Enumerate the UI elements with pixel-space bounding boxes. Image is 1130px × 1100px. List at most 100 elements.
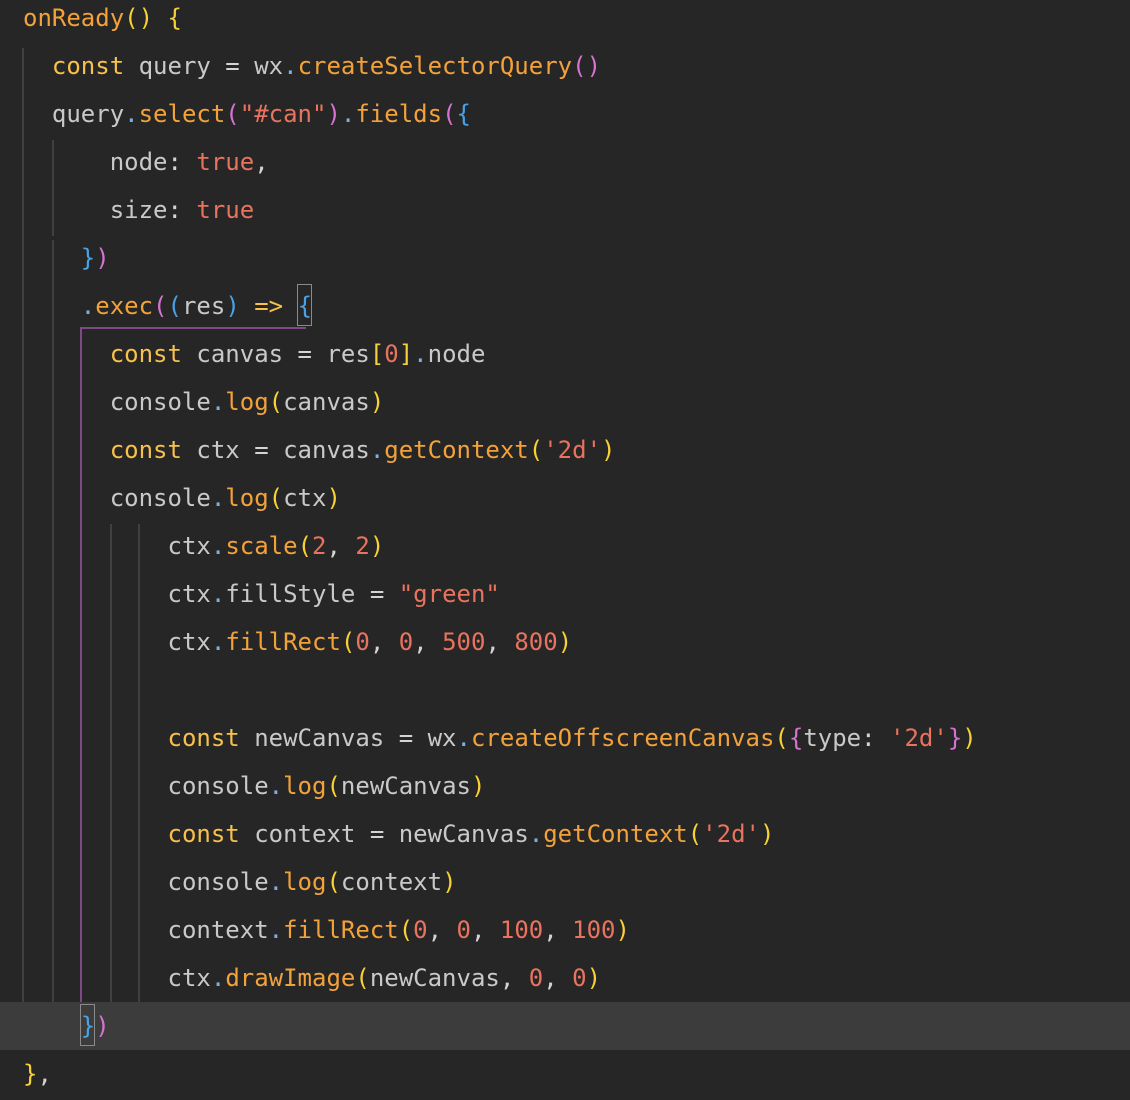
code-text: const newCanvas = wx.createOffscreenCanv…: [168, 714, 977, 762]
code-token: ctx: [167, 964, 211, 992]
code-token: (: [268, 388, 284, 416]
code-token: .: [210, 628, 226, 656]
code-token: const: [167, 820, 240, 848]
code-token: 100: [499, 916, 544, 944]
code-token: '2d': [890, 724, 948, 752]
code-token: ): [586, 964, 602, 992]
code-line[interactable]: .exec((res) => {: [0, 282, 1130, 330]
code-text: node: true,: [110, 138, 269, 186]
code-line[interactable]: },: [0, 1050, 1130, 1098]
code-line[interactable]: const ctx = canvas.getContext('2d'): [0, 426, 1130, 474]
code-text: ctx.scale(2, 2): [168, 522, 385, 570]
code-token: (: [528, 436, 544, 464]
code-line[interactable]: console.log(newCanvas): [0, 762, 1130, 810]
code-token: query: [138, 52, 211, 80]
code-token: exec: [95, 292, 154, 320]
code-token: newCanvas: [254, 724, 385, 752]
code-token: 0: [355, 628, 370, 656]
code-text: const context = newCanvas.getContext('2d…: [168, 810, 775, 858]
code-line[interactable]: context.fillRect(0, 0, 100, 100): [0, 906, 1130, 954]
code-token: console: [109, 388, 211, 416]
code-token: =: [254, 436, 269, 464]
code-text: const query = wx.createSelectorQuery(): [52, 42, 601, 90]
code-token: newCanvas: [398, 820, 529, 848]
code-editor[interactable]: onReady() {const query = wx.createSelect…: [0, 0, 1130, 1100]
code-token: context: [254, 820, 356, 848]
code-line[interactable]: }): [0, 1002, 1130, 1050]
code-text: },: [23, 1050, 52, 1098]
code-token: true: [196, 148, 255, 176]
code-token: ): [95, 244, 110, 272]
code-token: fields: [355, 100, 443, 128]
code-token: ): [442, 868, 457, 896]
code-token: ): [586, 52, 602, 80]
code-line[interactable]: console.log(context): [0, 858, 1130, 906]
code-token: createSelectorQuery: [297, 52, 573, 80]
code-token: ): [962, 724, 977, 752]
code-token: ): [326, 484, 341, 512]
code-token: {: [456, 100, 471, 128]
code-text: size: true: [110, 186, 255, 234]
code-line[interactable]: node: true,: [0, 138, 1130, 186]
code-line[interactable]: }): [0, 234, 1130, 282]
code-token: '2d': [702, 820, 760, 848]
code-text: console.log(context): [168, 858, 457, 906]
code-token: =: [225, 52, 240, 80]
code-line[interactable]: [0, 666, 1130, 714]
code-token: 0: [572, 964, 587, 992]
code-line[interactable]: const context = newCanvas.getContext('2d…: [0, 810, 1130, 858]
code-token: fillRect: [225, 628, 341, 656]
code-token: .: [268, 772, 284, 800]
code-token: context: [340, 868, 443, 896]
code-token: (: [153, 292, 168, 320]
code-token: "green": [398, 580, 500, 608]
code-token: ctx: [283, 484, 327, 512]
code-line[interactable]: const query = wx.createSelectorQuery(): [0, 42, 1130, 90]
code-token: =>: [254, 292, 284, 320]
code-token: .: [456, 724, 471, 752]
code-token: ctx: [196, 436, 240, 464]
code-line[interactable]: ctx.fillStyle = "green": [0, 570, 1130, 618]
code-token: .: [268, 916, 284, 944]
code-line[interactable]: query.select("#can").fields({: [0, 90, 1130, 138]
code-text: ctx.fillStyle = "green": [168, 570, 500, 618]
code-line[interactable]: size: true: [0, 186, 1130, 234]
code-token: wx: [427, 724, 457, 752]
code-token: :: [861, 724, 876, 752]
code-token: ): [369, 532, 385, 560]
code-token: ): [369, 388, 385, 416]
code-line[interactable]: const newCanvas = wx.createOffscreenCanv…: [0, 714, 1130, 762]
code-line[interactable]: onReady() {: [0, 0, 1130, 42]
code-token: newCanvas: [340, 772, 471, 800]
code-token: (: [355, 964, 370, 992]
code-token: console: [167, 868, 269, 896]
code-line[interactable]: const canvas = res[0].node: [0, 330, 1130, 378]
code-line[interactable]: ctx.drawImage(newCanvas, 0, 0): [0, 954, 1130, 1002]
code-line[interactable]: ctx.fillRect(0, 0, 500, 800): [0, 618, 1130, 666]
code-line[interactable]: ctx.scale(2, 2): [0, 522, 1130, 570]
code-token: .: [528, 820, 544, 848]
code-token: ,: [470, 916, 486, 944]
code-line[interactable]: console.log(ctx): [0, 474, 1130, 522]
code-token: createOffscreenCanvas: [470, 724, 775, 752]
code-token: ): [759, 820, 775, 848]
code-line[interactable]: console.log(canvas): [0, 378, 1130, 426]
code-token: =: [398, 724, 414, 752]
code-token: 2: [355, 532, 370, 560]
code-token: canvas: [196, 340, 284, 368]
